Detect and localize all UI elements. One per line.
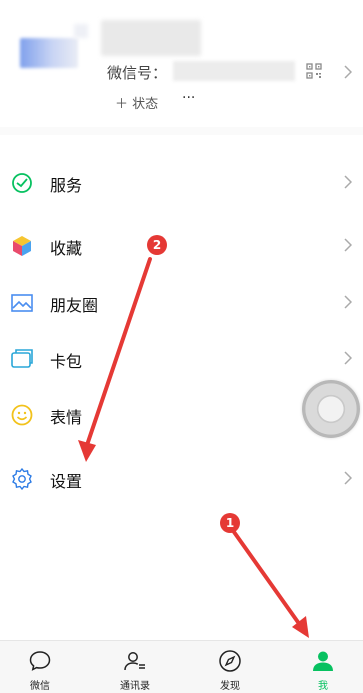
annotation-badge-2: 2 bbox=[147, 235, 167, 255]
annotation-arrow-to-me-tab bbox=[232, 530, 309, 638]
floating-assistive-ball[interactable] bbox=[302, 380, 360, 438]
wechat-id-blurred bbox=[173, 61, 295, 81]
menu-item-label: 表情 bbox=[50, 408, 83, 427]
favorites-icon bbox=[13, 236, 31, 256]
menu-item-label: 收藏 bbox=[50, 239, 83, 258]
section-divider bbox=[0, 127, 363, 135]
tab-label: 微信 bbox=[30, 681, 50, 692]
menu-item-service[interactable]: 服务 bbox=[0, 155, 363, 211]
chat-icon bbox=[29, 651, 51, 671]
tab-me[interactable]: 我 bbox=[288, 641, 358, 693]
chevron-right-icon bbox=[344, 295, 352, 309]
sticker-icon bbox=[11, 404, 33, 426]
menu-item-favorites[interactable]: 收藏 bbox=[0, 218, 363, 274]
menu-item-card-wallet[interactable]: 卡包 bbox=[0, 331, 363, 387]
tab-label: 发现 bbox=[220, 681, 240, 692]
moments-icon bbox=[11, 294, 33, 312]
wechat-id-label: 微信号： bbox=[107, 64, 168, 82]
menu-item-moments[interactable]: 朋友圈 bbox=[0, 275, 363, 331]
tab-contacts[interactable]: 通讯录 bbox=[100, 641, 170, 693]
chevron-right-icon bbox=[344, 238, 352, 252]
tab-label: 通讯录 bbox=[120, 681, 150, 692]
annotation-badge-1: 1 bbox=[220, 513, 240, 533]
avatar-blur-spot bbox=[74, 24, 88, 38]
menu-item-label: 设置 bbox=[50, 472, 83, 491]
qr-code-icon[interactable] bbox=[306, 63, 322, 79]
tab-discover[interactable]: 发现 bbox=[195, 641, 265, 693]
menu-item-label: 朋友圈 bbox=[50, 296, 99, 315]
more-button[interactable]: ··· bbox=[182, 90, 195, 106]
chevron-right-icon bbox=[344, 471, 352, 485]
avatar[interactable] bbox=[20, 38, 78, 68]
chevron-right-icon[interactable] bbox=[344, 65, 352, 79]
settings-icon bbox=[12, 467, 32, 491]
menu-item-settings[interactable]: 设置 bbox=[0, 451, 363, 507]
contacts-icon bbox=[124, 652, 145, 671]
discover-icon bbox=[219, 650, 241, 672]
menu-item-label: 卡包 bbox=[50, 352, 83, 371]
add-status-button[interactable]: ＋ 状态 bbox=[115, 93, 158, 112]
tab-chats[interactable]: 微信 bbox=[5, 641, 75, 693]
bottom-tab-bar: 微信 通讯录 发现 我 bbox=[0, 640, 363, 693]
card-wallet-icon bbox=[11, 349, 33, 368]
me-icon bbox=[313, 651, 333, 671]
chevron-right-icon bbox=[344, 175, 352, 189]
menu-item-label: 服务 bbox=[50, 176, 83, 195]
nickname-blurred bbox=[101, 20, 201, 56]
tab-label: 我 bbox=[318, 681, 328, 692]
chevron-right-icon bbox=[344, 351, 352, 365]
service-icon bbox=[12, 173, 32, 193]
